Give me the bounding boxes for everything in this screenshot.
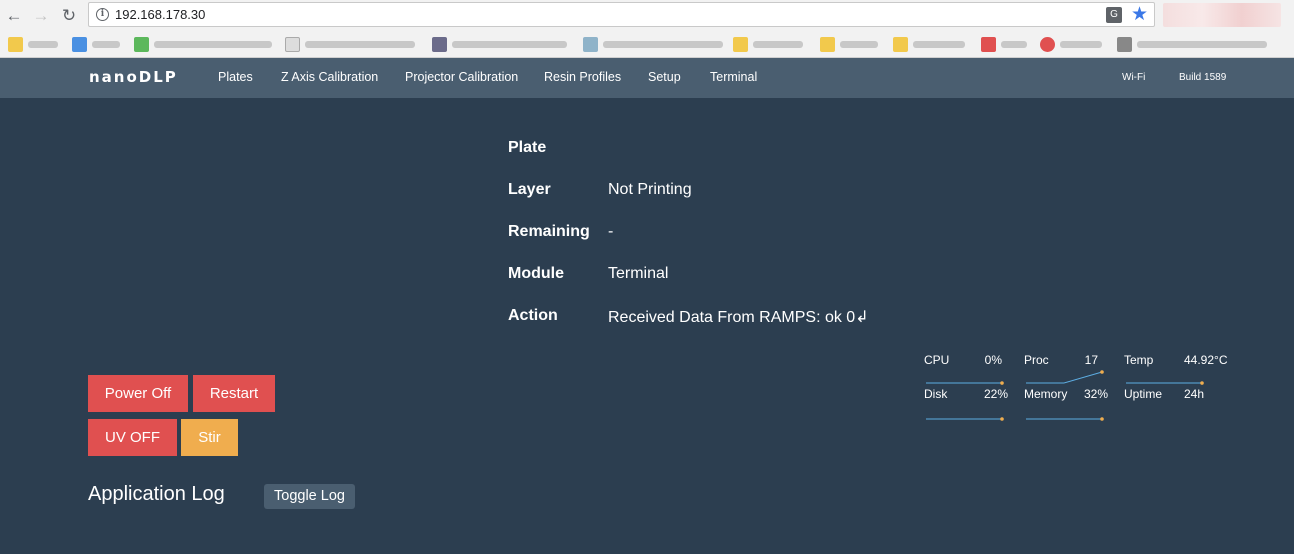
nav-setup[interactable]: Setup xyxy=(648,70,681,84)
info-icon[interactable]: i xyxy=(96,8,109,21)
memory-value: 32% xyxy=(1083,387,1108,401)
forward-icon[interactable]: → xyxy=(30,5,52,27)
url-text[interactable]: 192.168.178.30 xyxy=(115,7,205,22)
remaining-label: Remaining xyxy=(508,223,590,240)
nav-z-axis-calibration[interactable]: Z Axis Calibration xyxy=(281,70,378,84)
bookmarks-bar xyxy=(0,31,1294,58)
uv-off-button[interactable]: UV OFF xyxy=(88,419,177,456)
plate-label: Plate xyxy=(508,139,547,156)
proc-value: 17 xyxy=(1084,353,1098,367)
power-off-button[interactable]: Power Off xyxy=(88,375,188,412)
app-navbar: nanoDLP Plates Z Axis Calibration Projec… xyxy=(0,58,1294,98)
action-value: Received Data From RAMPS: ok 0↲ xyxy=(608,309,869,326)
cpu-sparkline xyxy=(926,381,1004,385)
bookmark-star-icon[interactable]: ★ xyxy=(1131,4,1148,26)
action-label: Action xyxy=(508,307,558,324)
nav-plates[interactable]: Plates xyxy=(218,70,253,84)
nav-projector-calibration[interactable]: Projector Calibration xyxy=(405,70,518,84)
temp-value: 44.92°C xyxy=(1184,353,1228,367)
disk-value: 22% xyxy=(983,387,1008,401)
address-bar[interactable]: i 192.168.178.30 G ★ xyxy=(88,2,1155,27)
wifi-link[interactable]: Wi-Fi xyxy=(1122,72,1145,83)
layer-value: Not Printing xyxy=(608,181,692,198)
stir-button[interactable]: Stir xyxy=(181,419,238,456)
translate-icon[interactable]: G xyxy=(1106,7,1122,23)
layer-label: Layer xyxy=(508,181,551,198)
proc-sparkline xyxy=(1026,370,1104,384)
application-log-title: Application Log xyxy=(88,483,225,505)
disk-sparkline xyxy=(926,417,1004,421)
memory-sparkline xyxy=(1026,417,1104,421)
cpu-value: 0% xyxy=(984,353,1002,367)
brand-logo[interactable]: nanoDLP xyxy=(89,68,178,86)
browser-toolbar: ← → ↻ i 192.168.178.30 G ★ xyxy=(0,0,1294,31)
module-value: Terminal xyxy=(608,265,669,282)
nav-resin-profiles[interactable]: Resin Profiles xyxy=(544,70,621,84)
nav-terminal[interactable]: Terminal xyxy=(710,70,757,84)
back-icon[interactable]: ← xyxy=(3,5,25,27)
disk-label: Disk xyxy=(924,387,948,401)
restart-button[interactable]: Restart xyxy=(193,375,275,412)
uptime-value: 24h xyxy=(1184,387,1205,401)
temp-label: Temp xyxy=(1124,353,1154,367)
build-label: Build 1589 xyxy=(1179,72,1227,83)
remaining-value: - xyxy=(608,223,614,240)
profile-area[interactable] xyxy=(1163,3,1281,27)
temp-sparkline xyxy=(1126,381,1204,385)
uptime-label: Uptime xyxy=(1124,387,1163,401)
reload-icon[interactable]: ↻ xyxy=(58,5,80,27)
toggle-log-button[interactable]: Toggle Log xyxy=(264,484,355,509)
module-label: Module xyxy=(508,265,564,282)
